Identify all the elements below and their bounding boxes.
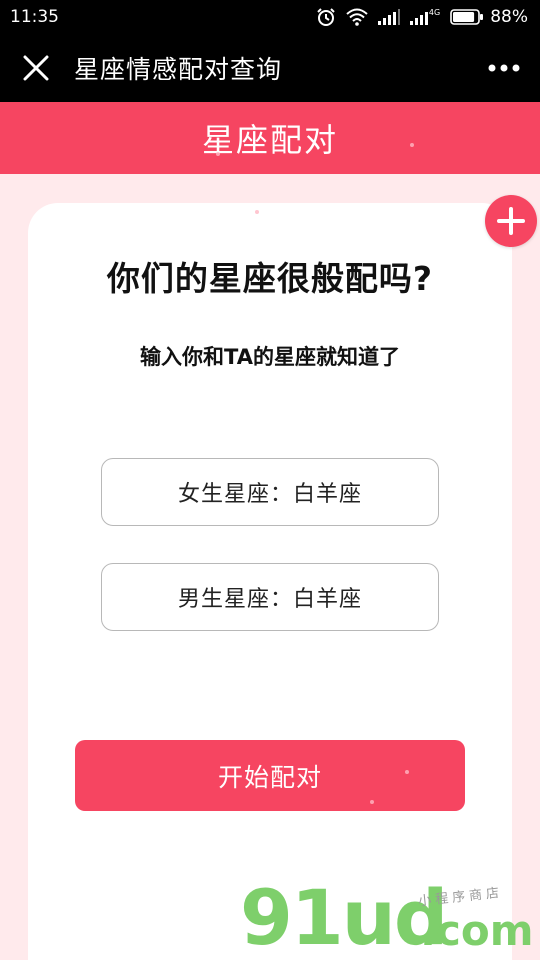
- close-button[interactable]: [0, 34, 72, 102]
- signal-icon: [409, 12, 428, 25]
- battery-percent: 88%: [490, 7, 528, 27]
- status-icons: 4G 88%: [316, 7, 528, 27]
- status-bar: 11:35 4G 88%: [0, 0, 540, 34]
- close-icon: [23, 55, 49, 81]
- subtitle: 输入你和TA的星座就知道了: [140, 345, 400, 369]
- battery-icon: [450, 9, 484, 25]
- watermark-domain: .com: [420, 906, 534, 955]
- more-icon: [488, 64, 520, 72]
- sparkle-decoration: [410, 143, 414, 147]
- title-bar: 星座情感配对查询: [0, 34, 540, 102]
- add-button[interactable]: [485, 195, 537, 247]
- alarm-icon: [317, 8, 335, 26]
- watermark-logo: 91ud .com 小程序商店: [240, 873, 534, 960]
- female-sign-select[interactable]: 女生星座：白羊座: [101, 458, 439, 526]
- more-button[interactable]: [468, 34, 540, 102]
- mobile-data-indicator: 4G: [409, 8, 441, 25]
- page-title: 星座情感配对查询: [74, 55, 283, 84]
- start-match-button[interactable]: 开始配对: [75, 740, 465, 811]
- header-title: 星座配对: [201, 121, 338, 159]
- male-sign-select[interactable]: 男生星座：白羊座: [101, 563, 439, 631]
- battery: 88%: [450, 7, 528, 27]
- sparkle-decoration: [405, 770, 409, 774]
- network-type-label: 4G: [428, 8, 441, 17]
- sparkle-decoration: [370, 800, 374, 804]
- signal-icon: [377, 9, 400, 25]
- plus-icon: [497, 207, 525, 235]
- question-heading: 你们的星座很般配吗?: [106, 259, 434, 298]
- sparkle-decoration: [255, 210, 259, 214]
- wifi-icon: [346, 8, 368, 26]
- watermark-main: 91ud: [240, 873, 448, 960]
- header-band: 星座配对: [0, 102, 540, 174]
- sparkle-decoration: [216, 152, 220, 156]
- status-time: 11:35: [10, 7, 59, 27]
